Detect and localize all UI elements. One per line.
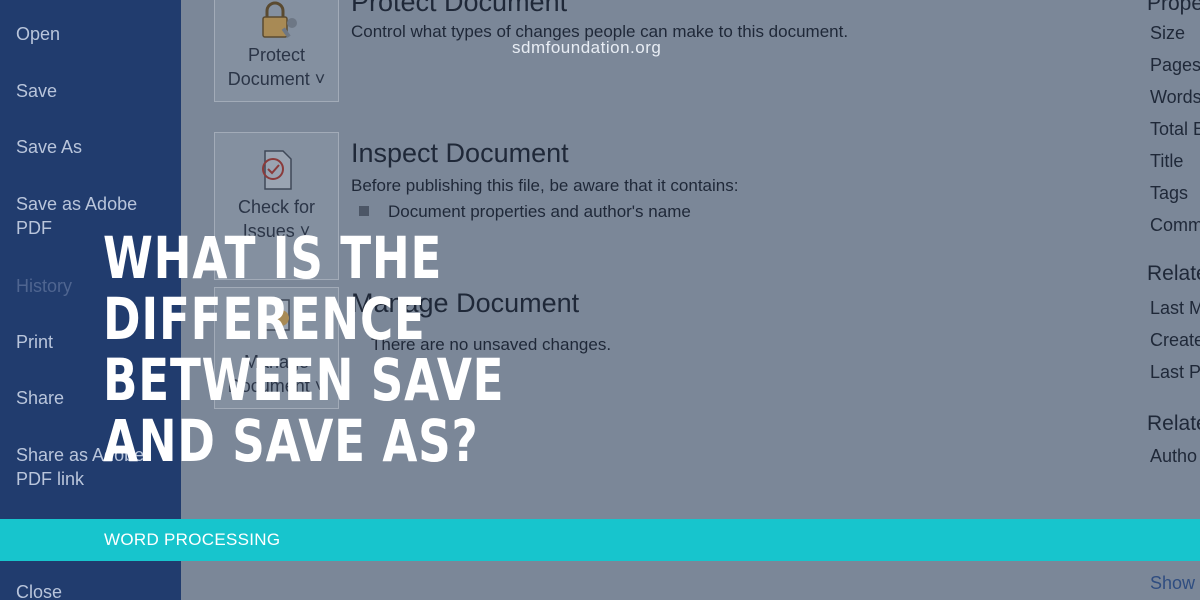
property-title[interactable]: Title xyxy=(1150,150,1183,172)
article-headline: What is the difference between Save and … xyxy=(103,224,505,475)
protect-document-button[interactable]: Protect Document ˅ xyxy=(214,0,339,102)
property-comments[interactable]: Comm xyxy=(1150,214,1200,236)
date-last-printed: Last Pr xyxy=(1150,362,1200,382)
inspect-document-description: Before publishing this file, be aware th… xyxy=(351,176,739,195)
inspect-document-title: Inspect Document xyxy=(351,138,569,168)
protect-document-title: Protect Document xyxy=(351,0,568,17)
bullet-square-icon xyxy=(359,206,369,216)
related-people-heading: Relate xyxy=(1147,412,1200,435)
protect-document-label: Protect Document ˅ xyxy=(227,45,326,89)
sidebar-item-share[interactable]: Share xyxy=(16,386,64,410)
property-words: Words xyxy=(1150,87,1200,107)
inspect-document-icon xyxy=(257,147,297,198)
sidebar-item-history[interactable]: History xyxy=(16,274,72,298)
site-watermark: sdmfoundation.org xyxy=(512,38,662,57)
category-label[interactable]: WORD PROCESSING xyxy=(104,529,280,551)
properties-heading: Prope xyxy=(1147,0,1200,15)
show-all-properties-link[interactable]: Show xyxy=(1150,572,1195,594)
property-tags[interactable]: Tags xyxy=(1150,182,1188,204)
sidebar-item-save[interactable]: Save xyxy=(16,79,57,103)
related-dates-heading: Relate xyxy=(1147,262,1200,285)
category-bar: WORD PROCESSING xyxy=(0,519,1200,561)
sidebar-item-open[interactable]: Open xyxy=(16,22,60,46)
sidebar-item-close[interactable]: Close xyxy=(16,580,62,600)
property-pages: Pages xyxy=(1150,55,1200,75)
property-total-editing: Total E xyxy=(1150,119,1200,139)
sidebar-item-save-as[interactable]: Save As xyxy=(16,135,82,159)
person-author: Autho xyxy=(1150,446,1198,466)
date-last-modified: Last M xyxy=(1150,298,1200,318)
date-created: Create xyxy=(1150,330,1200,350)
lock-key-icon xyxy=(257,1,301,46)
inspect-document-item: Document properties and author's name xyxy=(388,202,691,221)
property-size: Size xyxy=(1150,23,1186,43)
sidebar-item-print[interactable]: Print xyxy=(16,330,53,354)
